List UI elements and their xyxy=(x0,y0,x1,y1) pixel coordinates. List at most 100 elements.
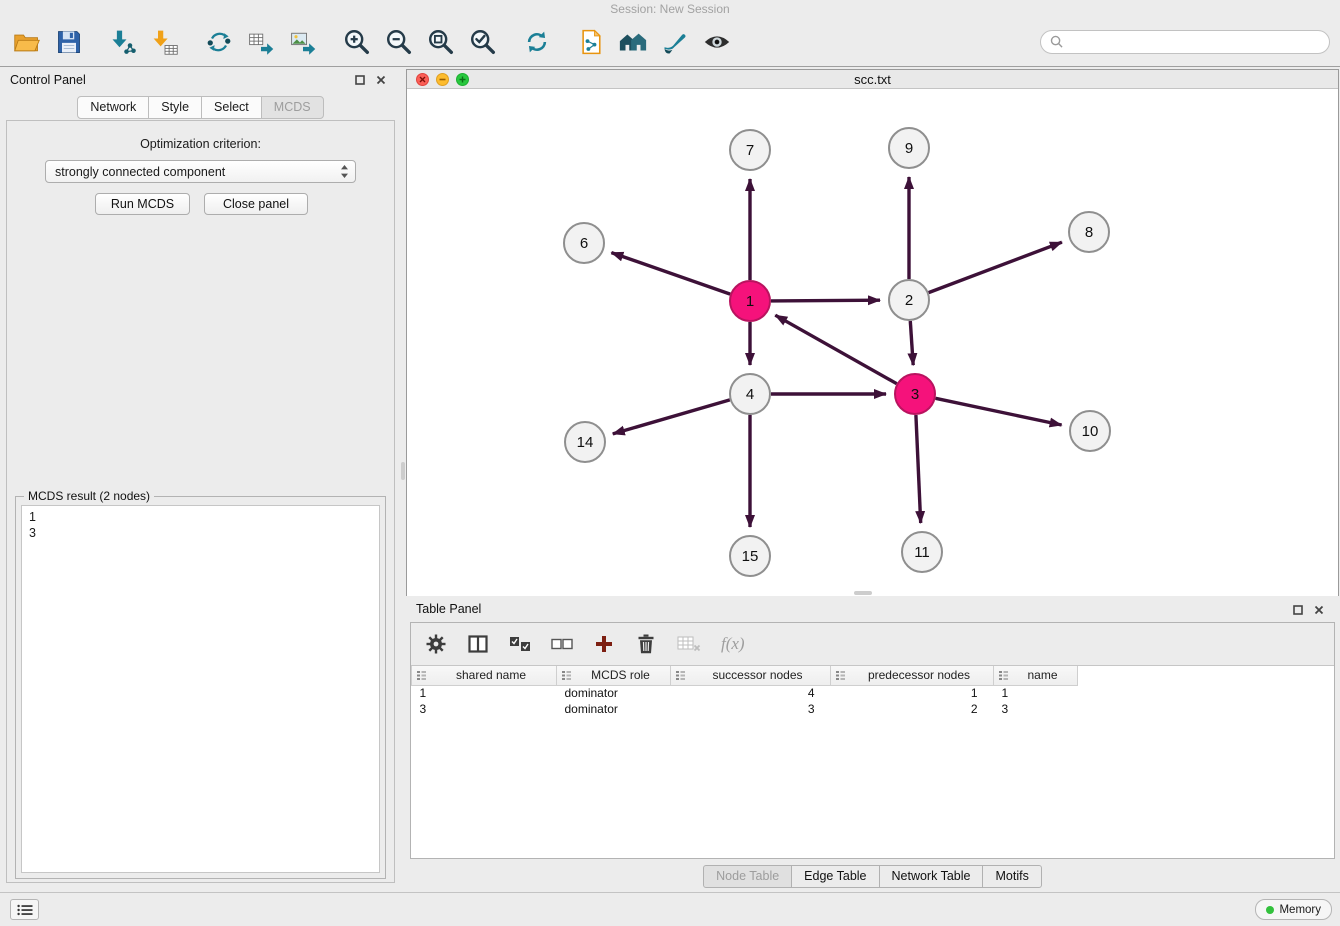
network-window-titlebar[interactable]: scc.txt xyxy=(407,70,1338,89)
graph-edge-2-8[interactable] xyxy=(929,242,1062,292)
tab-edge-table[interactable]: Edge Table xyxy=(791,865,879,888)
table-row[interactable]: 3dominator323 xyxy=(412,701,1078,717)
export-image-icon xyxy=(289,28,317,56)
graph-node-label-1: 1 xyxy=(746,293,754,310)
refresh-layout-button[interactable] xyxy=(520,23,554,61)
graph-node-label-10: 10 xyxy=(1082,423,1099,440)
float-panel-button[interactable] xyxy=(354,74,366,86)
memory-button[interactable]: Memory xyxy=(1255,899,1332,920)
close-table-panel-button[interactable] xyxy=(1313,604,1325,616)
graph-node-label-15: 15 xyxy=(742,548,759,565)
column-label: MCDS role xyxy=(591,668,650,682)
node-table-body: 1dominator4113dominator323 xyxy=(412,685,1078,717)
graph-edge-1-2[interactable] xyxy=(771,300,880,301)
export-image-button[interactable] xyxy=(286,23,320,61)
tab-motifs[interactable]: Motifs xyxy=(982,865,1041,888)
open-session-button[interactable] xyxy=(10,23,44,61)
tab-style[interactable]: Style xyxy=(148,96,202,119)
network-canvas[interactable]: 7968124314101511 xyxy=(407,90,1338,596)
optimization-criterion-label: Optimization criterion: xyxy=(7,137,394,151)
splitter-grip-vertical[interactable] xyxy=(401,462,405,480)
network-graph[interactable]: 7968124314101511 xyxy=(407,90,1338,596)
tab-network[interactable]: Network xyxy=(77,96,149,119)
new-network-button[interactable] xyxy=(202,23,236,61)
table-panel-title: Table Panel xyxy=(416,602,481,616)
cell-name: 1 xyxy=(994,685,1078,701)
import-network-button[interactable] xyxy=(106,23,140,61)
mcds-result-list[interactable]: 13 xyxy=(21,505,380,873)
export-table-button[interactable] xyxy=(244,23,278,61)
save-session-button[interactable] xyxy=(52,23,86,61)
cell-shared-name: 1 xyxy=(412,685,557,701)
cell-successor-nodes: 4 xyxy=(671,685,831,701)
zoom-selected-button[interactable] xyxy=(466,23,500,61)
splitter-grip-horizontal[interactable] xyxy=(854,591,872,595)
close-panel-button-x[interactable] xyxy=(375,74,387,86)
status-bar: Memory xyxy=(0,892,1340,926)
tab-mcds[interactable]: MCDS xyxy=(261,96,324,119)
zoom-in-button[interactable] xyxy=(340,23,374,61)
control-panel-title: Control Panel xyxy=(10,73,86,87)
unselect-all-columns-button[interactable] xyxy=(551,631,573,657)
column-header-name[interactable]: name xyxy=(994,666,1078,685)
float-table-panel-button[interactable] xyxy=(1292,604,1304,616)
graph-edge-3-1[interactable] xyxy=(775,315,896,384)
delete-table-icon xyxy=(677,635,701,653)
column-header-shared-name[interactable]: shared name xyxy=(412,666,557,685)
column-label: shared name xyxy=(456,668,526,682)
criterion-dropdown[interactable]: strongly connected component xyxy=(45,160,356,183)
unselect-all-icon xyxy=(551,636,573,652)
column-header-MCDS-role[interactable]: MCDS role xyxy=(557,666,671,685)
search-input[interactable] xyxy=(1068,35,1320,49)
mcds-panel: Optimization criterion: strongly connect… xyxy=(6,120,395,883)
graph-edge-2-3[interactable] xyxy=(910,321,913,365)
graph-edge-3-11[interactable] xyxy=(916,415,921,523)
column-header-successor-nodes[interactable]: successor nodes xyxy=(671,666,831,685)
close-icon xyxy=(1314,605,1324,615)
apply-style-button[interactable] xyxy=(658,23,692,61)
graph-node-label-4: 4 xyxy=(746,386,754,403)
cell-successor-nodes: 3 xyxy=(671,701,831,717)
delete-column-button[interactable] xyxy=(635,631,657,657)
task-history-button[interactable] xyxy=(10,899,39,920)
save-floppy-icon xyxy=(55,28,83,56)
home-view-button[interactable] xyxy=(616,23,650,61)
zoom-in-icon xyxy=(342,27,372,57)
table-row[interactable]: 1dominator411 xyxy=(412,685,1078,701)
cell-MCDS-role: dominator xyxy=(557,701,671,717)
network-from-selection-button[interactable] xyxy=(574,23,608,61)
table-settings-button[interactable] xyxy=(425,631,447,657)
close-window-button[interactable] xyxy=(416,73,429,86)
search-box[interactable] xyxy=(1040,30,1330,54)
dropdown-stepper-icon xyxy=(340,164,349,179)
search-icon xyxy=(1050,35,1063,48)
graph-node-label-11: 11 xyxy=(914,544,930,561)
graph-node-label-9: 9 xyxy=(905,140,913,157)
minimize-window-icon xyxy=(439,76,446,83)
import-table-button[interactable] xyxy=(148,23,182,61)
show-column-button[interactable] xyxy=(467,631,489,657)
minimize-window-button[interactable] xyxy=(436,73,449,86)
import-table-icon xyxy=(151,28,179,56)
node-table-head-row: shared name MCDS role successor nodesprede… xyxy=(412,666,1078,685)
graph-edge-1-6[interactable] xyxy=(611,253,730,295)
graph-edge-4-14[interactable] xyxy=(613,400,730,434)
list-icon xyxy=(17,904,33,916)
select-all-columns-button[interactable] xyxy=(509,631,531,657)
tab-select[interactable]: Select xyxy=(201,96,262,119)
tab-node-table[interactable]: Node Table xyxy=(703,865,792,888)
zoom-window-button[interactable] xyxy=(456,73,469,86)
tab-network-table[interactable]: Network Table xyxy=(879,865,984,888)
show-graphics-details-button[interactable] xyxy=(700,23,734,61)
close-panel-button[interactable]: Close panel xyxy=(204,193,308,215)
column-sort-icon xyxy=(561,670,572,684)
graph-edge-3-10[interactable] xyxy=(936,398,1062,425)
zoom-fit-button[interactable] xyxy=(424,23,458,61)
function-builder-button: f(x) xyxy=(721,631,745,657)
column-header-predecessor-nodes[interactable]: predecessor nodes xyxy=(831,666,994,685)
graph-node-label-14: 14 xyxy=(577,434,594,451)
node-table: shared name MCDS role successor nodesprede… xyxy=(411,666,1078,717)
create-column-button[interactable] xyxy=(593,631,615,657)
run-mcds-button[interactable]: Run MCDS xyxy=(95,193,190,215)
zoom-out-button[interactable] xyxy=(382,23,416,61)
